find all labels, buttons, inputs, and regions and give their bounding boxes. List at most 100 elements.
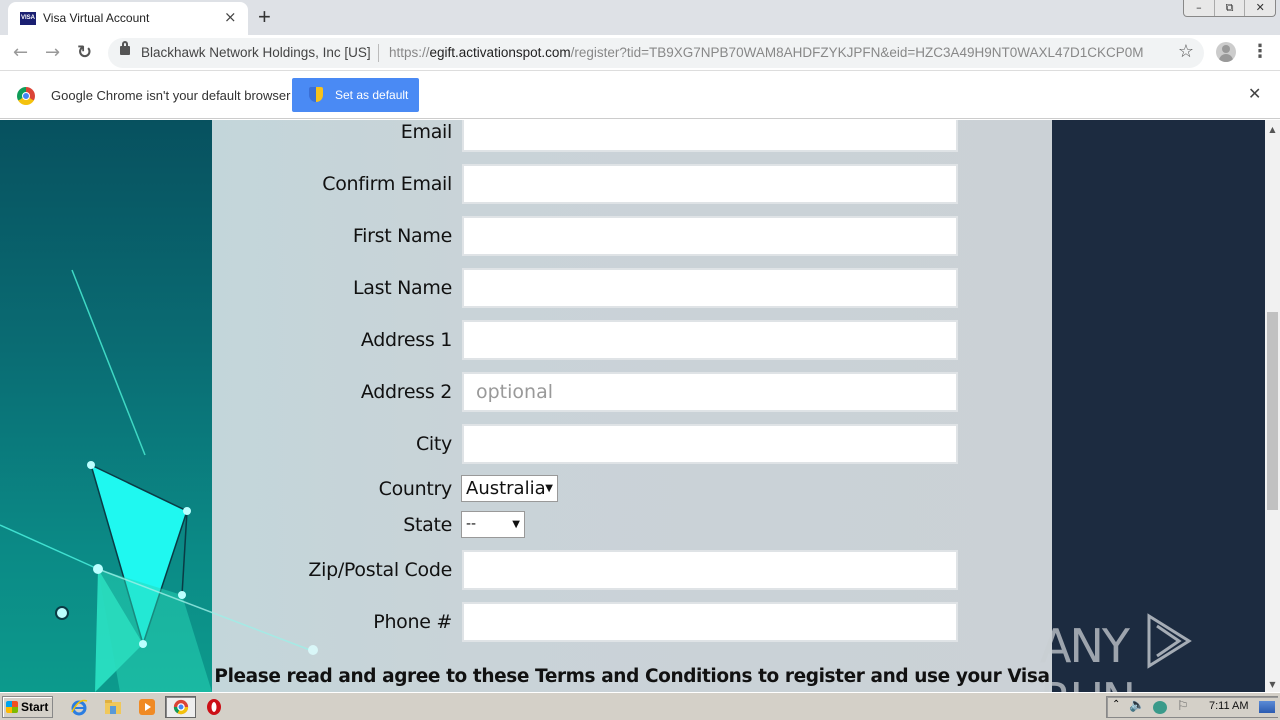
terms-heading: Please read and agree to these Terms and… xyxy=(214,666,1050,687)
show-hidden-icons-icon[interactable]: ⌃ xyxy=(1112,699,1120,710)
city-input[interactable] xyxy=(462,424,958,464)
windows-taskbar: Start ⌃ 🔈 ⚐ 7:11 AM xyxy=(0,692,1280,720)
internet-explorer-icon[interactable] xyxy=(70,698,88,716)
chrome-logo-icon xyxy=(17,87,35,105)
media-player-icon[interactable] xyxy=(138,698,156,716)
phone-label: Phone # xyxy=(373,611,452,633)
tab-title: Visa Virtual Account xyxy=(43,11,150,25)
default-browser-infobar: Google Chrome isn't your default browser… xyxy=(0,71,1280,119)
last-name-input[interactable] xyxy=(462,268,958,308)
first-name-label: First Name xyxy=(352,225,452,247)
deco-node xyxy=(87,461,95,469)
window-controls: – ⧉ ✕ xyxy=(1183,0,1276,17)
address1-input[interactable] xyxy=(462,320,958,360)
close-window-button[interactable]: ✕ xyxy=(1245,0,1275,16)
state-label: State xyxy=(403,514,452,536)
url-text[interactable]: https://egift.activationspot.com/registe… xyxy=(389,45,1144,60)
state-row: State -- ▼ xyxy=(212,511,1052,539)
zip-row: Zip/Postal Code xyxy=(212,550,1052,590)
address2-input[interactable] xyxy=(462,372,958,412)
reload-button[interactable]: ↻ xyxy=(77,42,92,63)
certificate-org[interactable]: Blackhawk Network Holdings, Inc [US] xyxy=(141,45,371,60)
first-name-row: First Name xyxy=(212,216,1052,256)
city-row: City xyxy=(212,424,1052,464)
system-tray: ⌃ 🔈 ⚐ 7:11 AM xyxy=(1106,696,1278,718)
lock-icon[interactable] xyxy=(120,41,130,55)
set-as-default-label: Set as default xyxy=(335,88,409,102)
zip-label: Zip/Postal Code xyxy=(308,559,452,581)
last-name-row: Last Name xyxy=(212,268,1052,308)
browser-toolbar: ← → ↻ Blackhawk Network Holdings, Inc [U… xyxy=(0,35,1280,71)
phone-row: Phone # xyxy=(212,602,1052,642)
set-as-default-button[interactable]: Set as default xyxy=(292,78,419,112)
email-input[interactable] xyxy=(462,120,958,152)
show-desktop-icon[interactable] xyxy=(1259,701,1275,713)
deco-triangle xyxy=(98,569,212,692)
taskbar-clock[interactable]: 7:11 AM xyxy=(1209,700,1249,712)
country-selected-value: Australia xyxy=(466,478,546,499)
address1-label: Address 1 xyxy=(360,329,452,351)
forward-button[interactable]: → xyxy=(45,42,60,63)
url-host: egift.activationspot.com xyxy=(429,45,571,60)
opera-icon[interactable] xyxy=(205,698,223,716)
zip-input[interactable] xyxy=(462,550,958,590)
last-name-label: Last Name xyxy=(353,277,452,299)
address-bar[interactable]: Blackhawk Network Holdings, Inc [US] htt… xyxy=(108,38,1204,68)
confirm-email-input[interactable] xyxy=(462,164,958,204)
scroll-down-arrow-icon[interactable]: ▼ xyxy=(1265,677,1280,692)
back-button[interactable]: ← xyxy=(13,42,28,63)
page-scrollbar[interactable]: ▲ ▼ xyxy=(1265,120,1280,692)
infobar-message: Google Chrome isn't your default browser xyxy=(51,88,291,103)
confirm-email-row: Confirm Email xyxy=(212,164,1052,204)
url-scheme: https:// xyxy=(389,45,430,60)
anyrun-play-icon xyxy=(1147,613,1192,669)
visa-favicon-icon: VISA xyxy=(20,12,36,25)
chrome-taskbar-button[interactable] xyxy=(165,696,196,718)
tab-close-icon[interactable]: × xyxy=(224,8,237,26)
deco-node xyxy=(178,591,186,599)
volume-icon[interactable]: 🔈 xyxy=(1129,698,1145,713)
country-label: Country xyxy=(378,478,453,500)
start-label: Start xyxy=(21,700,49,714)
address2-row: Address 2 xyxy=(212,372,1052,412)
deco-node xyxy=(93,564,103,574)
first-name-input[interactable] xyxy=(462,216,958,256)
url-path: /register?tid=TB9XG7NPB70WAM8AHDFZYKJPFN… xyxy=(570,45,1144,60)
watermark-right-text: RUN xyxy=(1040,673,1136,692)
bookmark-star-icon[interactable]: ☆ xyxy=(1178,41,1194,62)
state-selected-value: -- xyxy=(466,516,477,532)
network-icon[interactable] xyxy=(1153,701,1167,714)
restore-button[interactable]: ⧉ xyxy=(1215,0,1246,16)
deco-line xyxy=(0,524,99,570)
chrome-menu-icon[interactable]: ⋮ xyxy=(1251,41,1269,62)
city-label: City xyxy=(415,433,452,455)
scroll-up-arrow-icon[interactable]: ▲ xyxy=(1265,122,1280,137)
deco-node xyxy=(55,606,69,620)
email-row: Email xyxy=(212,120,1052,152)
browser-tab[interactable]: VISA Visa Virtual Account × xyxy=(8,2,248,35)
country-row: Country Australia ▼ xyxy=(212,475,1052,503)
file-explorer-icon[interactable] xyxy=(104,698,122,716)
uac-shield-icon xyxy=(309,87,323,102)
email-label: Email xyxy=(400,121,453,143)
chrome-taskbar-icon xyxy=(173,699,189,715)
state-select[interactable]: -- ▼ xyxy=(461,511,525,538)
country-select[interactable]: Australia ▼ xyxy=(461,475,558,502)
minimize-button[interactable]: – xyxy=(1184,0,1215,16)
profile-avatar-icon[interactable] xyxy=(1216,42,1236,62)
address-separator xyxy=(378,44,379,62)
dropdown-arrow-icon: ▼ xyxy=(512,519,520,530)
page-viewport: Email Confirm Email First Name Last Name… xyxy=(0,120,1265,692)
phone-input[interactable] xyxy=(462,602,958,642)
infobar-close-icon[interactable]: ✕ xyxy=(1248,84,1261,103)
new-tab-button[interactable]: + xyxy=(258,4,271,30)
right-background xyxy=(1052,120,1265,692)
confirm-email-label: Confirm Email xyxy=(322,173,452,195)
action-center-flag-icon[interactable]: ⚐ xyxy=(1177,699,1189,714)
deco-node xyxy=(308,645,318,655)
anyrun-watermark: ANY RUN xyxy=(1040,612,1265,692)
start-button[interactable]: Start xyxy=(2,696,53,718)
scrollbar-thumb[interactable] xyxy=(1267,312,1278,510)
deco-line xyxy=(71,269,146,456)
address1-row: Address 1 xyxy=(212,320,1052,360)
